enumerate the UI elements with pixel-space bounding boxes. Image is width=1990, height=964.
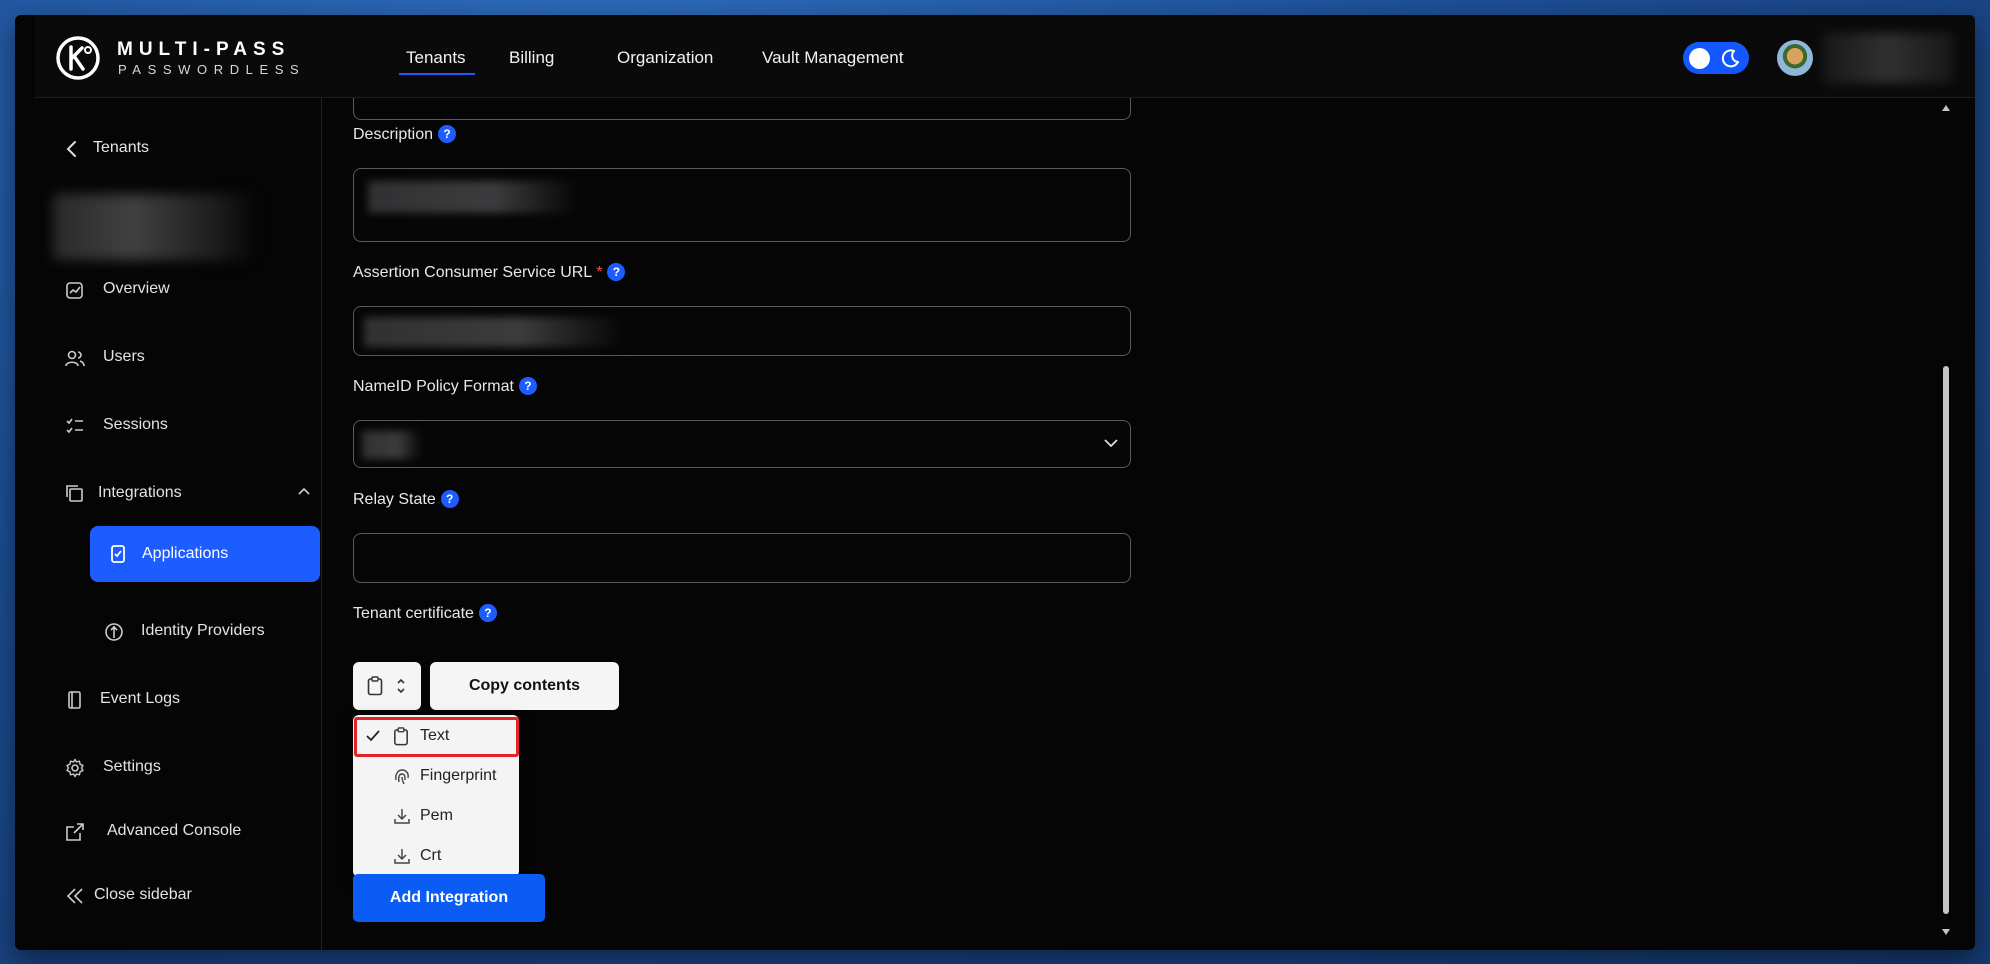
user-name-redacted[interactable] xyxy=(1823,33,1953,83)
users-icon xyxy=(65,350,85,367)
external-link-icon xyxy=(66,823,84,841)
nameid-label-text: NameID Policy Format xyxy=(353,378,514,395)
sidebar-item-label: Applications xyxy=(142,545,229,562)
redacted-value xyxy=(364,317,624,347)
sidebar-item-integrations[interactable]: Integrations xyxy=(65,482,310,506)
logo-mark-icon xyxy=(56,36,100,80)
user-avatar[interactable] xyxy=(1777,40,1813,76)
help-icon[interactable]: ? xyxy=(607,263,626,281)
sidebar-item-event-logs[interactable]: Event Logs xyxy=(65,688,295,712)
menu-item-label: Crt xyxy=(420,847,442,864)
acs-url-label: Assertion Consumer Service URL *? xyxy=(353,263,626,282)
brand-title: MULTI-PASS xyxy=(117,39,291,60)
nameid-label: NameID Policy Format? xyxy=(353,377,537,396)
integration-form: Description? Assertion Consumer Service … xyxy=(323,98,1955,950)
log-icon xyxy=(68,691,81,709)
sidebar-item-label: Integrations xyxy=(98,484,182,501)
sidebar-item-settings[interactable]: Settings xyxy=(65,756,295,780)
menu-item-pem[interactable]: Pem xyxy=(353,797,519,835)
acs-url-label-text: Assertion Consumer Service URL xyxy=(353,264,593,281)
nameid-select[interactable] xyxy=(353,420,1131,468)
theme-toggle[interactable] xyxy=(1683,42,1749,74)
app-window: MULTI-PASS PASSWORDLESS Tenants Billing … xyxy=(15,15,1975,950)
fingerprint-icon xyxy=(395,769,409,785)
sidebar-item-advanced-console[interactable]: Advanced Console xyxy=(65,820,295,844)
brand-logo[interactable]: MULTI-PASS PASSWORDLESS xyxy=(55,35,315,81)
sidebar-item-sessions[interactable]: Sessions xyxy=(65,414,295,438)
gear-icon xyxy=(66,758,84,778)
sidebar-item-label: Advanced Console xyxy=(107,822,242,839)
description-label-text: Description xyxy=(353,126,434,143)
main-scrollbar[interactable] xyxy=(1939,98,1953,950)
nav-billing[interactable]: Billing xyxy=(509,48,554,68)
integrations-icon xyxy=(66,485,83,502)
redacted-value xyxy=(362,431,422,459)
required-mark: * xyxy=(596,264,603,281)
help-icon[interactable]: ? xyxy=(440,490,459,508)
help-icon[interactable]: ? xyxy=(518,377,537,395)
sidebar-item-label: Sessions xyxy=(103,416,168,433)
chevron-down-icon xyxy=(1104,439,1118,448)
nav-active-indicator xyxy=(399,73,475,75)
sidebar-item-label: Overview xyxy=(103,280,170,297)
up-down-chevron-icon xyxy=(397,678,405,694)
scrollbar-thumb[interactable] xyxy=(1943,366,1949,914)
menu-item-label: Pem xyxy=(420,807,453,824)
sidebar: Tenants Overview Users Sessions Integrat… xyxy=(35,98,322,950)
close-sidebar-button[interactable]: Close sidebar xyxy=(65,884,295,908)
certificate-format-select[interactable] xyxy=(353,662,421,710)
sidebar-item-identity-providers[interactable]: Identity Providers xyxy=(104,620,334,644)
menu-item-crt[interactable]: Crt xyxy=(353,837,519,875)
add-integration-button[interactable]: Add Integration xyxy=(353,874,545,922)
scroll-up-arrow-icon[interactable] xyxy=(1941,104,1951,112)
top-navbar: MULTI-PASS PASSWORDLESS Tenants Billing … xyxy=(35,15,1975,98)
checklist-icon xyxy=(66,418,83,434)
sidebar-item-label: Users xyxy=(103,348,145,365)
selection-highlight xyxy=(354,717,519,757)
relay-state-label-text: Relay State xyxy=(353,491,436,508)
relay-state-field[interactable] xyxy=(353,533,1131,583)
sidebar-item-label: Settings xyxy=(103,758,161,775)
sidebar-item-applications[interactable]: Applications xyxy=(90,526,320,582)
chart-icon xyxy=(66,282,83,299)
sidebar-item-users[interactable]: Users xyxy=(65,346,295,370)
copy-contents-button[interactable]: Copy contents xyxy=(430,662,619,710)
description-field[interactable] xyxy=(353,168,1131,242)
download-icon xyxy=(394,809,410,824)
sun-knob-icon xyxy=(1689,48,1710,69)
moon-icon xyxy=(1721,49,1739,68)
help-icon[interactable]: ? xyxy=(478,604,497,622)
sidebar-item-label: Identity Providers xyxy=(141,622,265,639)
brand-subtitle: PASSWORDLESS xyxy=(118,62,306,77)
menu-item-label: Fingerprint xyxy=(420,767,497,784)
app-icon xyxy=(111,545,125,563)
back-link-label: Tenants xyxy=(93,139,150,156)
description-label: Description? xyxy=(353,125,457,144)
chevron-left-icon xyxy=(66,141,76,157)
certificate-format-menu: Text Fingerprint Pem Crt xyxy=(353,715,519,877)
redacted-value xyxy=(368,181,578,213)
tenant-certificate-label: Tenant certificate? xyxy=(353,604,497,623)
scroll-down-arrow-icon[interactable] xyxy=(1941,928,1951,936)
clipped-input-field[interactable] xyxy=(353,98,1131,120)
clipboard-icon xyxy=(367,676,383,696)
sidebar-item-overview[interactable]: Overview xyxy=(65,278,295,302)
acs-url-field[interactable] xyxy=(353,306,1131,356)
download-icon xyxy=(394,849,410,864)
chevron-up-icon[interactable] xyxy=(297,486,311,496)
relay-state-label: Relay State? xyxy=(353,490,459,509)
nav-tenants[interactable]: Tenants xyxy=(406,48,466,68)
tenant-certificate-label-text: Tenant certificate xyxy=(353,605,474,622)
tenant-name-redacted xyxy=(53,194,253,260)
help-icon[interactable]: ? xyxy=(438,125,457,143)
identity-icon xyxy=(105,623,123,641)
menu-item-fingerprint[interactable]: Fingerprint xyxy=(353,757,519,795)
nav-organization[interactable]: Organization xyxy=(617,48,713,68)
sidebar-item-label: Close sidebar xyxy=(94,886,192,903)
sidebar-item-label: Event Logs xyxy=(100,690,181,707)
nav-vault-management[interactable]: Vault Management xyxy=(762,48,903,68)
double-chevron-left-icon xyxy=(66,888,83,904)
